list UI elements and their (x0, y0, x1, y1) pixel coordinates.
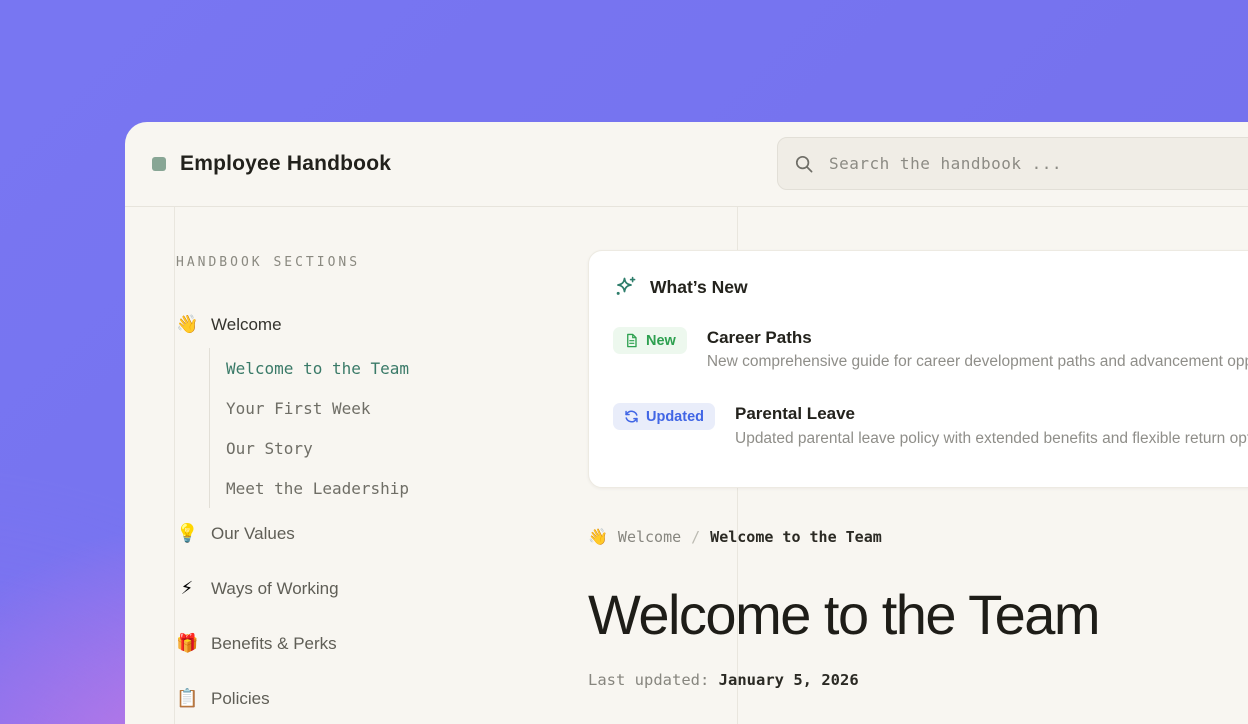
badge-label: New (646, 333, 676, 349)
whats-new-item-title: Parental Leave (735, 403, 1248, 424)
sidebar-item-label: Our Values (211, 523, 295, 544)
breadcrumb-current: Welcome to the Team (710, 528, 882, 546)
app-logo (152, 157, 166, 171)
whats-new-title: What’s New (650, 277, 748, 298)
sidebar-item-label: Welcome (211, 314, 282, 335)
last-updated: Last updated: January 5, 2026 (588, 671, 1248, 689)
magnifier-icon (794, 154, 814, 174)
sidebar-item-label: Benefits & Perks (211, 633, 337, 654)
search-input[interactable] (827, 153, 1248, 174)
breadcrumb: 👋 Welcome / Welcome to the Team (588, 527, 1248, 547)
app-header: Employee Handbook (125, 122, 1248, 207)
whats-new-card: What’s New New Career Paths New comprehe… (588, 250, 1248, 488)
app-title: Employee Handbook (180, 152, 391, 176)
new-badge: New (613, 327, 687, 354)
last-updated-label: Last updated: (588, 671, 709, 689)
gift-emoji: 🎁 (176, 633, 198, 654)
clipboard-emoji: 📋 (176, 688, 198, 709)
sidebar-item-label: Policies (211, 688, 270, 709)
whats-new-item[interactable]: New Career Paths New comprehensive guide… (613, 327, 1248, 371)
lightning-emoji: ⚡ (176, 578, 198, 599)
whats-new-item-description: Updated parental leave policy with exten… (735, 430, 1248, 448)
breadcrumb-section[interactable]: Welcome (618, 528, 681, 546)
whats-new-item-body: Parental Leave Updated parental leave po… (735, 403, 1248, 447)
main-content: What’s New New Career Paths New comprehe… (588, 207, 1248, 689)
sidebar-item-policies[interactable]: 📋 Policies (176, 688, 596, 709)
lightbulb-emoji: 💡 (176, 523, 198, 544)
wave-emoji: 👋 (588, 527, 608, 547)
wave-emoji: 👋 (176, 314, 198, 335)
sidebar-item-welcome[interactable]: 👋 Welcome (176, 314, 596, 335)
last-updated-value: January 5, 2026 (719, 671, 859, 689)
sidebar-heading: HANDBOOK SECTIONS (176, 255, 596, 270)
sidebar-subitem-your-first-week[interactable]: Your First Week (210, 388, 596, 428)
sidebar-subitem-welcome-to-the-team[interactable]: Welcome to the Team (210, 348, 596, 388)
sidebar-subitem-meet-the-leadership[interactable]: Meet the Leadership (210, 468, 596, 508)
whats-new-item[interactable]: Updated Parental Leave Updated parental … (613, 403, 1248, 447)
whats-new-item-description: New comprehensive guide for career devel… (707, 353, 1248, 371)
whats-new-item-title: Career Paths (707, 327, 1248, 348)
document-icon (624, 333, 639, 348)
breadcrumb-separator: / (691, 528, 700, 546)
whats-new-header: What’s New (613, 275, 1248, 299)
badge-label: Updated (646, 409, 704, 425)
search-bar[interactable] (777, 137, 1248, 190)
sidebar-subitem-our-story[interactable]: Our Story (210, 428, 596, 468)
sidebar-item-benefits-perks[interactable]: 🎁 Benefits & Perks (176, 633, 596, 654)
sidebar-guide-line (174, 207, 175, 724)
whats-new-item-body: Career Paths New comprehensive guide for… (707, 327, 1248, 371)
sparkles-icon (613, 275, 637, 299)
sidebar-item-our-values[interactable]: 💡 Our Values (176, 523, 596, 544)
page-title: Welcome to the Team (588, 587, 1248, 643)
sidebar-item-label: Ways of Working (211, 578, 339, 599)
app-window: Employee Handbook HANDBOOK SECTIONS 👋 We… (125, 122, 1248, 724)
sidebar-sublist-welcome: Welcome to the Team Your First Week Our … (209, 348, 596, 508)
refresh-icon (624, 409, 639, 424)
updated-badge: Updated (613, 403, 715, 430)
sidebar: HANDBOOK SECTIONS 👋 Welcome Welcome to t… (176, 207, 596, 709)
sidebar-item-ways-of-working[interactable]: ⚡ Ways of Working (176, 578, 596, 599)
